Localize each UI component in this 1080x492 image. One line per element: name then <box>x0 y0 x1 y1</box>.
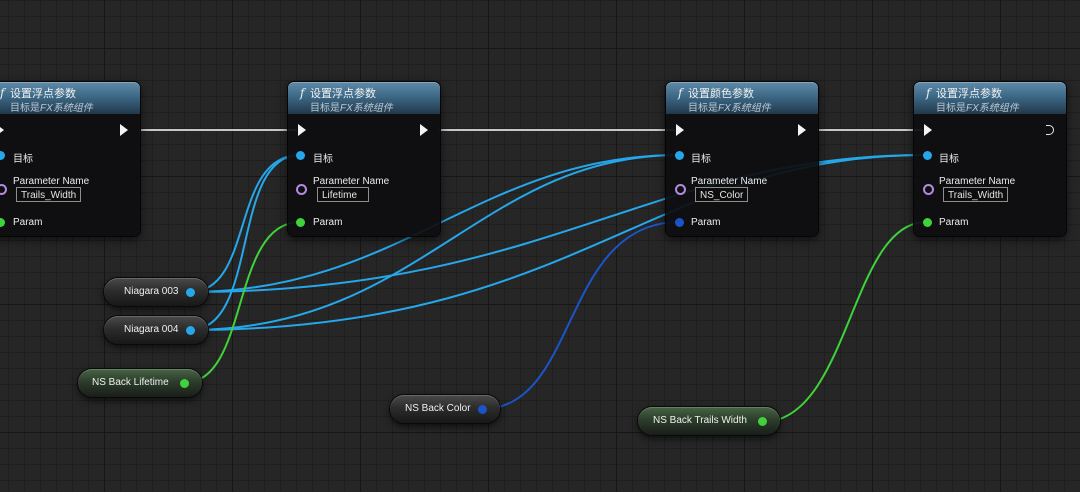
parameter-name-label: Parameter Name <box>13 176 90 187</box>
variable-label: Niagara 004 <box>124 324 179 335</box>
node-header[interactable]: f 设置浮点参数 目标是FX系统组件 <box>288 82 440 114</box>
exec-input-pin[interactable] <box>676 124 684 136</box>
niagara-004-variable[interactable]: Niagara 004 <box>104 316 208 344</box>
function-icon: f <box>300 86 305 100</box>
node-subtitle: 目标是FX系统组件 <box>10 103 93 114</box>
set-float-parameter-node[interactable]: f 设置浮点参数 目标是FX系统组件 目标 Parameter Name Tra… <box>0 82 140 236</box>
target-label: 目标 <box>691 154 711 165</box>
node-subtitle: 目标是FX系统组件 <box>688 103 771 114</box>
exec-input-pin[interactable] <box>298 124 306 136</box>
param-wire <box>761 221 927 423</box>
target-label: 目标 <box>313 154 333 165</box>
parameter-name-label: Parameter Name <box>691 176 768 187</box>
exec-input-pin[interactable] <box>924 124 932 136</box>
param-label: Param <box>939 217 969 228</box>
exec-output-pin[interactable] <box>120 124 128 136</box>
set-float-parameter-node[interactable]: f 设置浮点参数 目标是FX系统组件 目标 Parameter Name Tra… <box>914 82 1066 236</box>
variable-output-pin[interactable] <box>758 417 767 426</box>
target-wire <box>189 154 301 331</box>
exec-output-pin[interactable] <box>798 124 806 136</box>
param-pin[interactable] <box>296 218 305 227</box>
parameter-name-input[interactable]: NS_Color <box>695 187 749 202</box>
parameter-name-pin[interactable] <box>675 184 686 195</box>
node-header[interactable]: f 设置浮点参数 目标是FX系统组件 <box>914 82 1066 114</box>
parameter-name-pin[interactable] <box>296 184 307 195</box>
param-pin[interactable] <box>0 218 5 227</box>
parameter-name-pin[interactable] <box>0 184 7 195</box>
niagara-003-variable[interactable]: Niagara 003 <box>104 278 208 306</box>
param-label: Param <box>691 217 721 228</box>
target-label: 目标 <box>13 154 33 165</box>
node-header[interactable]: f 设置浮点参数 目标是FX系统组件 <box>0 82 140 114</box>
target-pin[interactable] <box>0 151 5 160</box>
variable-output-pin[interactable] <box>186 288 195 297</box>
variable-label: NS Back Color <box>405 403 471 414</box>
exec-input-pin[interactable] <box>0 124 4 136</box>
node-subtitle: 目标是FX系统组件 <box>310 103 393 114</box>
node-header[interactable]: f 设置颜色参数 目标是FX系统组件 <box>666 82 818 114</box>
target-pin[interactable] <box>675 151 684 160</box>
parameter-name-input[interactable]: Trails_Width <box>16 187 82 202</box>
variable-output-pin[interactable] <box>186 326 195 335</box>
parameter-name-pin[interactable] <box>923 184 934 195</box>
variable-label: NS Back Lifetime <box>92 377 169 388</box>
ns-back-color-variable[interactable]: NS Back Color <box>390 395 500 423</box>
variable-output-pin[interactable] <box>180 379 189 388</box>
function-icon: f <box>678 86 683 100</box>
connection-wires <box>139 129 927 423</box>
parameter-name-label: Parameter Name <box>313 176 390 187</box>
target-wire <box>189 154 301 293</box>
target-label: 目标 <box>939 154 959 165</box>
ns-back-lifetime-variable[interactable]: NS Back Lifetime <box>78 369 202 397</box>
function-icon: f <box>0 86 5 100</box>
node-subtitle: 目标是FX系统组件 <box>936 103 1019 114</box>
exec-output-pin[interactable] <box>1046 125 1054 135</box>
param-label: Param <box>313 217 343 228</box>
param-pin[interactable] <box>923 218 932 227</box>
set-float-parameter-node[interactable]: f 设置浮点参数 目标是FX系统组件 目标 Parameter Name Lif… <box>288 82 440 236</box>
function-icon: f <box>926 86 931 100</box>
parameter-name-label: Parameter Name <box>939 176 1016 187</box>
variable-output-pin[interactable] <box>478 405 487 414</box>
parameter-name-input[interactable]: Trails_Width <box>943 187 1009 202</box>
exec-output-pin[interactable] <box>420 124 428 136</box>
variable-label: NS Back Trails Width <box>653 415 747 426</box>
param-label: Param <box>13 217 43 228</box>
set-color-parameter-node[interactable]: f 设置颜色参数 目标是FX系统组件 目标 Parameter Name NS_… <box>666 82 818 236</box>
variable-label: Niagara 003 <box>124 286 179 297</box>
target-pin[interactable] <box>923 151 932 160</box>
parameter-name-input[interactable]: Lifetime <box>317 187 369 202</box>
target-pin[interactable] <box>296 151 305 160</box>
ns-back-trails-width-variable[interactable]: NS Back Trails Width <box>638 407 780 435</box>
color-param-pin[interactable] <box>675 218 684 227</box>
